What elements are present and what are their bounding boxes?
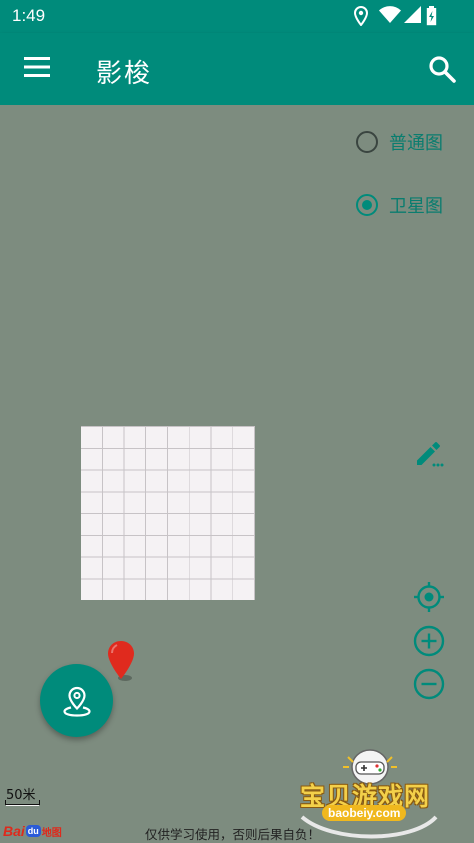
location-icon [354, 6, 368, 26]
disclaimer-text: 仅供学习使用，否则后果自负！ [145, 827, 321, 842]
location-fab-button[interactable] [40, 664, 113, 737]
baidu-logo-bai: Bai [3, 823, 25, 839]
baidu-logo-map: 地图 [41, 827, 62, 839]
wifi-icon [379, 6, 401, 24]
location-pin-icon [62, 686, 91, 717]
status-bar: 1:49 [0, 0, 474, 33]
zoom-in-icon[interactable] [413, 625, 445, 657]
baidu-logo-du: du [25, 825, 41, 837]
baidu-map-logo: Bai du 地图 [3, 821, 62, 841]
search-icon[interactable] [428, 55, 456, 83]
map-view[interactable]: 普通图 卫星图 50米 Bai du 地图 仅供学习使用，否则后果自负！ 宝贝游… [0, 105, 474, 843]
signal-icon [404, 6, 421, 23]
radio-normal-map[interactable] [356, 131, 378, 153]
watermark-swoosh-icon [300, 815, 438, 839]
map-marker-icon[interactable] [106, 640, 136, 682]
zoom-out-icon[interactable] [413, 668, 445, 700]
menu-icon[interactable] [24, 56, 50, 78]
map-type-satellite[interactable]: 卫星图 [356, 190, 443, 220]
radio-satellite-map[interactable] [356, 194, 378, 216]
battery-charging-icon [426, 6, 437, 26]
status-time: 1:49 [12, 6, 46, 25]
map-scale-bar [5, 800, 40, 806]
crosshair-icon[interactable] [413, 581, 445, 613]
map-tile-loading [81, 426, 255, 600]
pencil-icon[interactable] [414, 438, 444, 468]
map-type-satellite-label: 卫星图 [389, 196, 443, 217]
map-type-normal-label: 普通图 [389, 133, 443, 154]
watermark: 宝贝游戏网 baobeiy.com [296, 745, 444, 841]
app-bar: 影梭 [0, 33, 474, 105]
app-title: 影梭 [96, 59, 153, 89]
map-type-normal[interactable]: 普通图 [356, 127, 443, 157]
